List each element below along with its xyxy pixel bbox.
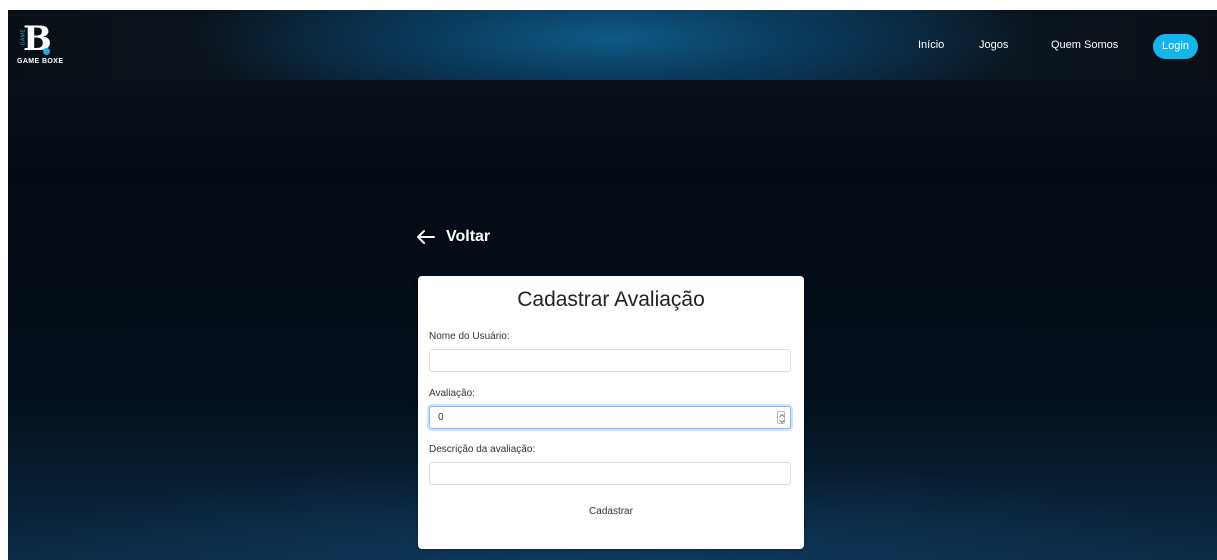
number-spinner-icon[interactable] — [777, 411, 785, 424]
arrow-left-icon — [417, 230, 435, 244]
rating-value: 0 — [438, 412, 444, 423]
description-input[interactable] — [429, 462, 791, 485]
app-viewport: GAME B GAME BOXE Início Jogos Quem Somos… — [8, 10, 1217, 560]
brand-logo[interactable]: GAME B GAME BOXE — [17, 22, 77, 65]
nav-link-inicio[interactable]: Início — [918, 39, 944, 51]
username-input[interactable] — [429, 349, 791, 372]
username-label: Nome do Usuário: — [429, 331, 510, 342]
review-form-card: Cadastrar Avaliação Nome do Usuário: Ava… — [418, 276, 804, 549]
nav-link-jogos[interactable]: Jogos — [979, 39, 1008, 51]
description-label: Descrição da avaliação: — [429, 444, 536, 455]
nav-link-quem-somos[interactable]: Quem Somos — [1051, 39, 1118, 51]
rating-number-input[interactable]: 0 — [429, 406, 791, 429]
login-button[interactable]: Login — [1153, 34, 1198, 59]
rating-label: Avaliação: — [429, 388, 475, 399]
logo-text: GAME BOXE — [17, 58, 64, 65]
back-label: Voltar — [446, 228, 491, 245]
submit-button[interactable]: Cadastrar — [561, 502, 661, 522]
form-title: Cadastrar Avaliação — [517, 288, 705, 311]
top-navbar: GAME B GAME BOXE Início Jogos Quem Somos… — [8, 10, 1217, 80]
back-button[interactable]: Voltar — [416, 224, 490, 250]
logo-dot — [43, 48, 50, 55]
